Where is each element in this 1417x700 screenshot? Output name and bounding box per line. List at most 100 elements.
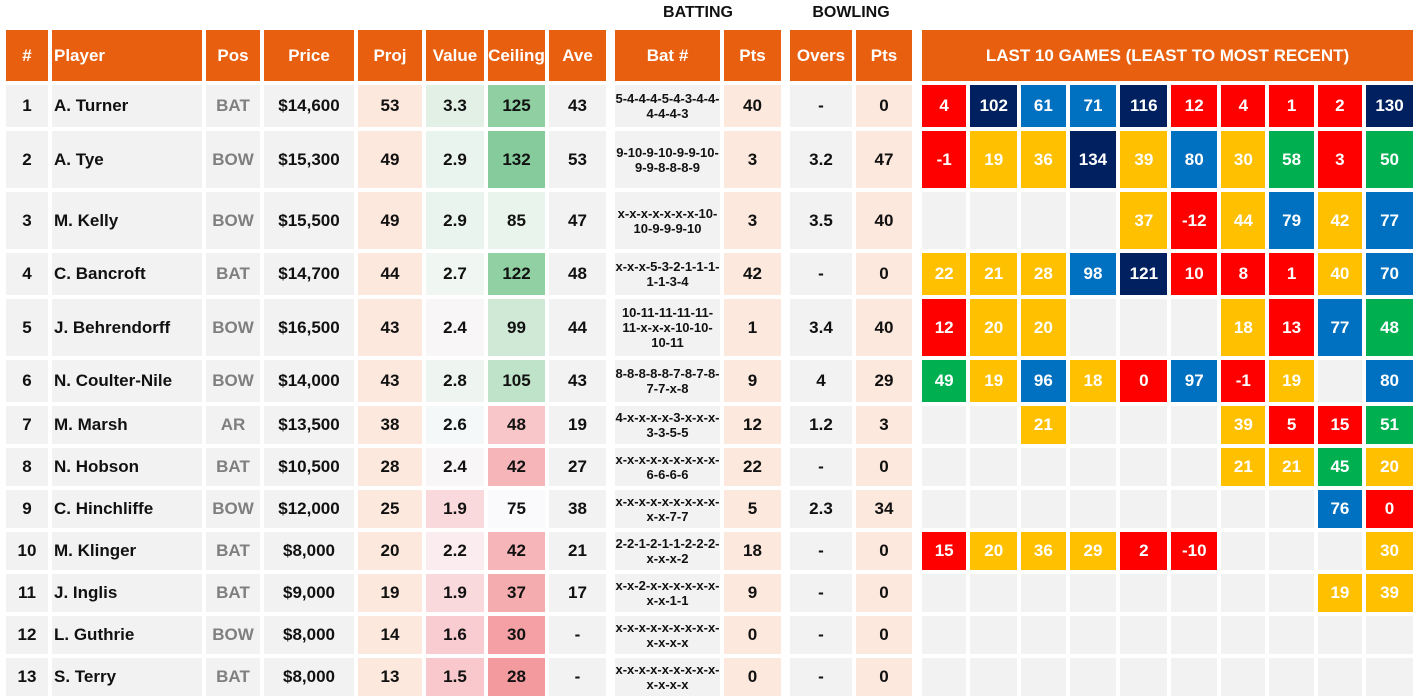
player-ceiling: 132	[488, 131, 545, 188]
game-score: 77	[1317, 299, 1363, 356]
game-score	[1021, 448, 1066, 486]
game-score: 13	[1269, 299, 1314, 356]
game-score: 30	[1366, 532, 1413, 570]
game-score: 40	[1317, 253, 1363, 295]
bowling-row: -0	[790, 85, 912, 127]
game-score: 80	[1366, 360, 1413, 402]
player-proj: 53	[358, 85, 422, 127]
player-row[interactable]: 7 M. Marsh AR $13,500 38 2.6 48 19	[6, 406, 606, 444]
player-price: $14,000	[264, 360, 354, 402]
col-header-ave[interactable]: Ave	[549, 30, 606, 81]
player-name[interactable]: N. Coulter-Nile	[52, 360, 202, 402]
game-score	[1120, 490, 1168, 528]
games-row: -1 19 36 134 39 80 30 58 3 50	[922, 131, 1413, 188]
batting-points: 9	[724, 574, 781, 612]
player-row[interactable]: 4 C. Bancroft BAT $14,700 44 2.7 122 48	[6, 253, 606, 295]
bowling-overs: -	[790, 616, 852, 654]
player-row[interactable]: 10 M. Klinger BAT $8,000 20 2.2 42 21	[6, 532, 606, 570]
player-price: $8,000	[264, 532, 354, 570]
player-row[interactable]: 11 J. Inglis BAT $9,000 19 1.9 37 17	[6, 574, 606, 612]
player-name[interactable]: S. Terry	[52, 658, 202, 696]
batting-order-history: x-x-x-x-x-x-x-x-x-x-x-x-x	[615, 616, 720, 654]
player-name[interactable]: L. Guthrie	[52, 616, 202, 654]
player-name[interactable]: C. Hinchliffe	[52, 490, 202, 528]
col-header-proj[interactable]: Proj	[358, 30, 422, 81]
last-10-games-table: LAST 10 GAMES (LEAST TO MOST RECENT) 4 10…	[918, 26, 1417, 700]
col-header-ceiling[interactable]: Ceiling	[488, 30, 545, 81]
player-proj: 14	[358, 616, 422, 654]
player-proj: 49	[358, 131, 422, 188]
player-row[interactable]: 12 L. Guthrie BOW $8,000 14 1.6 30-	[6, 616, 606, 654]
player-row[interactable]: 13 S. Terry BAT $8,000 13 1.5 28-	[6, 658, 606, 696]
game-score: -10	[1171, 532, 1218, 570]
batting-order-history: 8-8-8-8-8-7-8-7-8-7-7-x-8	[615, 360, 720, 402]
player-row[interactable]: 9 C. Hinchliffe BOW $12,000 25 1.9 75 38	[6, 490, 606, 528]
bowling-table: Overs Pts -0 3.2 47 3.5 40-0 3.4 40 4 29 1.2 3-0 2.…	[786, 26, 916, 700]
player-name[interactable]: A. Turner	[52, 85, 202, 127]
player-value: 1.5	[426, 658, 484, 696]
player-name[interactable]: J. Inglis	[52, 574, 202, 612]
batting-order-history: x-x-x-x-x-x-x-x-x-x-x-7-7	[615, 490, 720, 528]
col-header-player[interactable]: Player	[52, 30, 202, 81]
player-ceiling: 37	[488, 574, 545, 612]
batting-points: 0	[724, 616, 781, 654]
player-rank: 9	[6, 490, 48, 528]
games-row	[922, 658, 1413, 696]
bowling-header-row: Overs Pts	[790, 30, 912, 81]
game-score: 39	[1120, 131, 1168, 188]
col-header-pos[interactable]: Pos	[206, 30, 260, 81]
player-proj: 38	[358, 406, 422, 444]
batting-points: 1	[724, 299, 781, 356]
game-score	[1317, 360, 1363, 402]
game-score: 19	[970, 131, 1018, 188]
game-score: 15	[1317, 406, 1363, 444]
player-row[interactable]: 8 N. Hobson BAT $10,500 28 2.4 42 27	[6, 448, 606, 486]
player-row[interactable]: 1 A. Turner BAT $14,600 53 3.3 125 43	[6, 85, 606, 127]
batting-row: x-x-x-x-x-x-x-x-x-x-x-x-x 0	[615, 658, 781, 696]
col-header-bat-pts[interactable]: Pts	[724, 30, 781, 81]
player-average: -	[549, 658, 606, 696]
game-score	[1069, 490, 1117, 528]
player-ceiling: 75	[488, 490, 545, 528]
player-name[interactable]: A. Tye	[52, 131, 202, 188]
col-header-price[interactable]: Price	[264, 30, 354, 81]
game-score	[1069, 574, 1117, 612]
player-average: 48	[549, 253, 606, 295]
player-name[interactable]: N. Hobson	[52, 448, 202, 486]
player-proj: 44	[358, 253, 422, 295]
col-header-value[interactable]: Value	[426, 30, 484, 81]
player-ceiling: 42	[488, 448, 545, 486]
player-row[interactable]: 5 J. Behrendorff BOW $16,500 43 2.4 99 44	[6, 299, 606, 356]
batting-group-label: BATTING	[663, 4, 733, 21]
game-score: 30	[1221, 131, 1266, 188]
bowling-points: 0	[856, 616, 912, 654]
game-score: 20	[970, 299, 1018, 356]
game-score: 18	[1069, 360, 1117, 402]
game-score	[1171, 490, 1218, 528]
player-name[interactable]: J. Behrendorff	[52, 299, 202, 356]
batting-row: 10-11-11-11-11-11-x-x-x-10-10-10-11 1	[615, 299, 781, 356]
player-name[interactable]: M. Marsh	[52, 406, 202, 444]
player-row[interactable]: 6 N. Coulter-Nile BOW $14,000 43 2.8 105 43	[6, 360, 606, 402]
bowling-points: 40	[856, 192, 912, 249]
player-price: $13,500	[264, 406, 354, 444]
game-score: 36	[1021, 131, 1066, 188]
bowling-points: 0	[856, 85, 912, 127]
game-score: 39	[1221, 406, 1266, 444]
player-ceiling: 30	[488, 616, 545, 654]
col-header-num[interactable]: #	[6, 30, 48, 81]
player-name[interactable]: M. Klinger	[52, 532, 202, 570]
col-header-overs[interactable]: Overs	[790, 30, 852, 81]
player-name[interactable]: M. Kelly	[52, 192, 202, 249]
game-score: 21	[1021, 406, 1066, 444]
player-price: $10,500	[264, 448, 354, 486]
col-header-bat-num[interactable]: Bat #	[615, 30, 720, 81]
game-score	[1021, 490, 1066, 528]
col-header-bowl-pts[interactable]: Pts	[856, 30, 912, 81]
bowling-row: -0	[790, 616, 912, 654]
player-row[interactable]: 2 A. Tye BOW $15,300 49 2.9 132 53	[6, 131, 606, 188]
game-score: 3	[1317, 131, 1363, 188]
player-row[interactable]: 3 M. Kelly BOW $15,500 49 2.9 85 47	[6, 192, 606, 249]
game-score: 51	[1366, 406, 1413, 444]
player-name[interactable]: C. Bancroft	[52, 253, 202, 295]
